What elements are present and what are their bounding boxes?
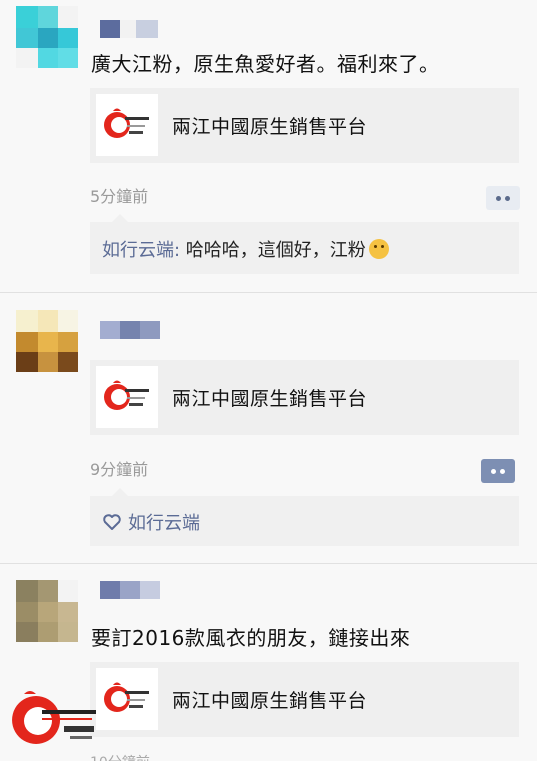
liker-name[interactable]: 如行云端	[128, 509, 200, 535]
post-text: 要訂2016款風衣的朋友，鏈接出來	[91, 626, 411, 650]
comment-box: 如行云端: 哈哈哈，這個好，江粉	[90, 214, 519, 274]
more-dots-icon[interactable]	[481, 459, 515, 483]
heart-outline-icon	[103, 514, 121, 530]
username-blurred[interactable]	[100, 581, 160, 599]
link-card[interactable]: 兩江中國原生銷售平台	[90, 360, 519, 435]
brand-logo-icon	[96, 94, 158, 156]
link-title: 兩江中國原生銷售平台	[172, 690, 368, 712]
avatar[interactable]	[16, 6, 78, 68]
smirk-emoji-icon	[368, 239, 389, 259]
more-dots-icon[interactable]	[486, 186, 520, 210]
post-text: 廣大江粉，原生魚愛好者。福利來了。	[91, 52, 440, 76]
watermark-logo	[6, 688, 116, 758]
comment[interactable]: 如行云端: 哈哈哈，這個好，江粉	[102, 236, 389, 262]
commenter-name[interactable]: 如行云端	[102, 240, 174, 261]
link-card[interactable]: 兩江中國原生銷售平台	[90, 88, 519, 163]
brand-logo-icon	[96, 366, 158, 428]
divider	[0, 563, 537, 564]
avatar[interactable]	[16, 580, 78, 642]
avatar[interactable]	[16, 310, 78, 372]
divider	[0, 292, 537, 293]
link-title: 兩江中國原生銷售平台	[172, 388, 368, 410]
comment-text: 哈哈哈，這個好，江粉	[185, 240, 366, 261]
username-blurred[interactable]	[100, 321, 160, 339]
like-box: 如行云端	[90, 488, 519, 546]
moment-post-1: 廣大江粉，原生魚愛好者。福利來了。 兩江中國原生銷售平台 5分鐘前 如行云端: …	[0, 0, 537, 292]
link-card[interactable]: 兩江中國原生銷售平台	[90, 662, 519, 737]
username-blurred[interactable]	[100, 20, 158, 38]
post-time: 9分鐘前	[90, 460, 149, 479]
link-title: 兩江中國原生銷售平台	[172, 116, 368, 138]
likes-row[interactable]: 如行云端	[102, 509, 200, 535]
comment-separator: :	[174, 240, 186, 261]
post-time: 5分鐘前	[90, 187, 149, 206]
